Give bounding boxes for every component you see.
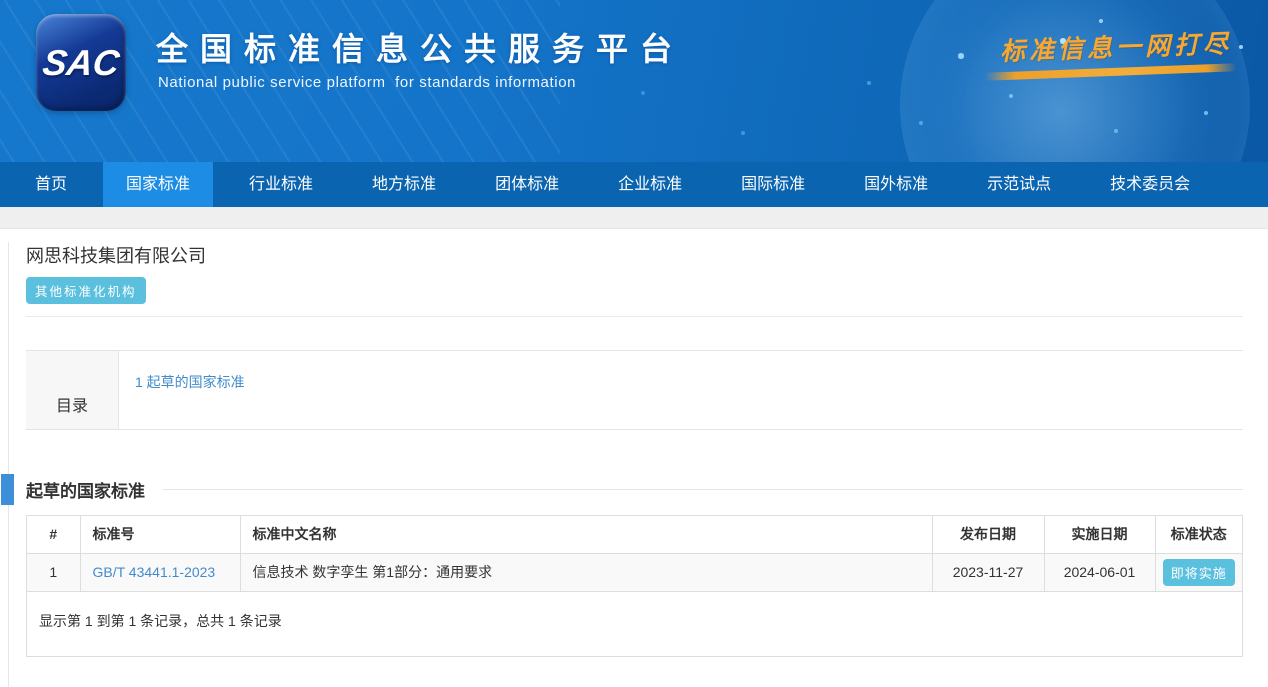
cell-publish-date: 2023-11-27 [932, 553, 1044, 591]
page-background-strip [0, 207, 1268, 229]
col-header-publish-date: 发布日期 [932, 516, 1044, 553]
section-header: 起草的国家标准 [26, 473, 1243, 505]
col-header-status: 标准状态 [1155, 516, 1242, 553]
record-summary: 显示第 1 到第 1 条记录，总共 1 条记录 [27, 592, 1242, 656]
nav-item-10[interactable]: 技术委员会 [1087, 162, 1213, 207]
table-header-row: # 标准号 标准中文名称 发布日期 实施日期 标准状态 [27, 516, 1242, 553]
status-badge: 即将实施 [1163, 559, 1235, 586]
site-header: SAC 全国标准信息公共服务平台 National public service… [0, 0, 1268, 162]
col-header-index: # [27, 516, 80, 553]
toc-link-drafted-standards[interactable]: 1 起草的国家标准 [135, 374, 245, 390]
nav-item-8[interactable]: 国外标准 [841, 162, 951, 207]
section-accent-bar [1, 474, 14, 505]
table-row: 1 GB/T 43441.1-2023 信息技术 数字孪生 第1部分：通用要求 … [27, 553, 1242, 591]
cell-implement-date: 2024-06-01 [1044, 553, 1155, 591]
nav-item-7[interactable]: 国际标准 [718, 162, 828, 207]
section-title: 起草的国家标准 [26, 477, 145, 502]
standards-table: # 标准号 标准中文名称 发布日期 实施日期 标准状态 1 GB/T 43441… [27, 516, 1242, 592]
sac-logo-text: SAC [40, 42, 122, 84]
nav-item-6[interactable]: 企业标准 [595, 162, 705, 207]
main-content: 网思科技集团有限公司 其他标准化机构 目录 1 起草的国家标准 起草的国家标准 … [8, 242, 1268, 687]
nav-item-3[interactable]: 行业标准 [226, 162, 336, 207]
nav-item-5[interactable]: 团体标准 [472, 162, 582, 207]
toc-body: 1 起草的国家标准 [119, 351, 1243, 429]
section-rule-line [163, 489, 1243, 490]
nav-item-2[interactable]: 国家标准 [103, 162, 213, 207]
cell-standard-no: GB/T 43441.1-2023 [80, 553, 240, 591]
sac-logo[interactable]: SAC [36, 14, 126, 111]
nav-item-9[interactable]: 示范试点 [964, 162, 1074, 207]
main-nav: 首页国家标准行业标准地方标准团体标准企业标准国际标准国外标准示范试点技术委员会 [0, 162, 1268, 207]
col-header-standard-no: 标准号 [80, 516, 240, 553]
organization-name: 网思科技集团有限公司 [26, 242, 1243, 268]
nav-item-4[interactable]: 地方标准 [349, 162, 459, 207]
standard-number-link[interactable]: GB/T 43441.1-2023 [93, 564, 216, 580]
standards-table-container: # 标准号 标准中文名称 发布日期 实施日期 标准状态 1 GB/T 43441… [26, 515, 1243, 657]
organization-type-badge: 其他标准化机构 [26, 277, 146, 304]
sparkle-dots-decoration [0, 0, 2, 2]
col-header-standard-name: 标准中文名称 [240, 516, 932, 553]
org-section-divider [26, 316, 1243, 317]
site-subtitle: National public service platform for sta… [158, 74, 576, 91]
table-of-contents: 目录 1 起草的国家标准 [26, 350, 1243, 430]
col-header-implement-date: 实施日期 [1044, 516, 1155, 553]
nav-item-1[interactable]: 首页 [12, 162, 90, 207]
cell-status: 即将实施 [1155, 553, 1242, 591]
toc-label: 目录 [26, 351, 119, 429]
cell-standard-name: 信息技术 数字孪生 第1部分：通用要求 [240, 553, 932, 591]
cell-index: 1 [27, 553, 80, 591]
site-title: 全国标准信息公共服务平台 [156, 24, 684, 70]
